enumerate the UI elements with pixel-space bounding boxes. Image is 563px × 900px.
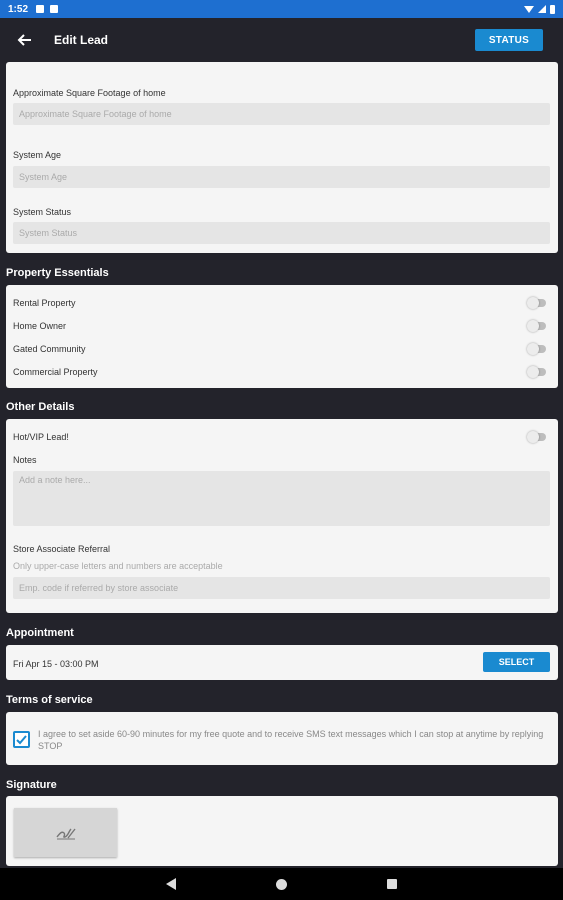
status-button[interactable]: STATUS: [475, 29, 543, 51]
home-owner-label: Home Owner: [13, 321, 67, 331]
commercial-property-row: Commercial Property: [13, 364, 550, 380]
commercial-property-toggle[interactable]: [527, 366, 546, 378]
select-appointment-button[interactable]: SELECT: [483, 652, 550, 672]
appointment-value: Fri Apr 15 - 03:00 PM: [13, 659, 99, 669]
system-details-card: Approximate Square Footage of home Appro…: [6, 62, 558, 253]
notes-label: Notes: [13, 455, 37, 465]
page-title: Edit Lead: [54, 33, 109, 47]
rental-property-row: Rental Property: [13, 295, 550, 311]
signature-pad[interactable]: [14, 808, 117, 857]
appointment-card: Fri Apr 15 - 03:00 PM SELECT: [6, 645, 558, 680]
back-arrow-icon[interactable]: [16, 30, 36, 50]
other-details-heading: Other Details: [6, 401, 75, 413]
sqft-label: Approximate Square Footage of home: [13, 88, 166, 98]
signature-icon: [55, 828, 76, 839]
referral-label: Store Associate Referral: [13, 544, 111, 554]
system-status-bar: 1:52: [0, 0, 563, 18]
checkmark-icon: [16, 735, 27, 745]
sqft-input[interactable]: Approximate Square Footage of home: [13, 103, 550, 125]
settings-notification-icon: [36, 5, 45, 13]
rental-property-label: Rental Property: [13, 298, 76, 308]
other-details-card: Hot/VIP Lead! Notes Add a note here... S…: [6, 419, 558, 613]
gated-community-label: Gated Community: [13, 344, 86, 354]
sd-card-notification-icon: [50, 5, 59, 13]
signature-heading: Signature: [6, 779, 57, 791]
app-bar: Edit Lead STATUS: [0, 18, 563, 62]
signature-card: [6, 796, 558, 866]
home-owner-toggle[interactable]: [527, 320, 546, 332]
terms-card: I agree to set aside 60-90 minutes for m…: [6, 712, 558, 765]
system-status-label: System Status: [13, 207, 72, 217]
wifi-icon: [524, 5, 534, 13]
appointment-heading: Appointment: [6, 627, 74, 639]
gated-community-toggle[interactable]: [527, 343, 546, 355]
signal-icon: [538, 5, 546, 13]
home-owner-row: Home Owner: [13, 318, 550, 334]
referral-input[interactable]: Emp. code if referred by store associate: [13, 577, 550, 599]
notes-textarea[interactable]: Add a note here...: [13, 471, 550, 526]
commercial-property-label: Commercial Property: [13, 367, 98, 377]
nav-recents-icon[interactable]: [387, 879, 397, 889]
property-essentials-heading: Property Essentials: [6, 267, 109, 279]
battery-icon: [550, 4, 555, 14]
terms-heading: Terms of service: [6, 694, 93, 706]
terms-text: I agree to set aside 60-90 minutes for m…: [38, 729, 544, 751]
rental-property-toggle[interactable]: [527, 297, 546, 309]
property-essentials-card: Rental Property Home Owner Gated Communi…: [6, 285, 558, 388]
gated-community-row: Gated Community: [13, 341, 550, 357]
referral-hint: Only upper-case letters and numbers are …: [13, 561, 223, 571]
terms-checkbox[interactable]: [13, 731, 30, 748]
system-status-input[interactable]: System Status: [13, 222, 550, 244]
system-age-input[interactable]: System Age: [13, 166, 550, 188]
nav-back-icon[interactable]: [166, 878, 176, 890]
system-age-label: System Age: [13, 150, 62, 160]
clock: 1:52: [8, 3, 29, 15]
hot-lead-row: Hot/VIP Lead!: [13, 429, 550, 445]
hot-lead-toggle[interactable]: [527, 431, 546, 443]
hot-lead-label: Hot/VIP Lead!: [13, 432, 69, 442]
nav-home-icon[interactable]: [276, 878, 287, 890]
system-navigation-bar: [0, 868, 563, 900]
